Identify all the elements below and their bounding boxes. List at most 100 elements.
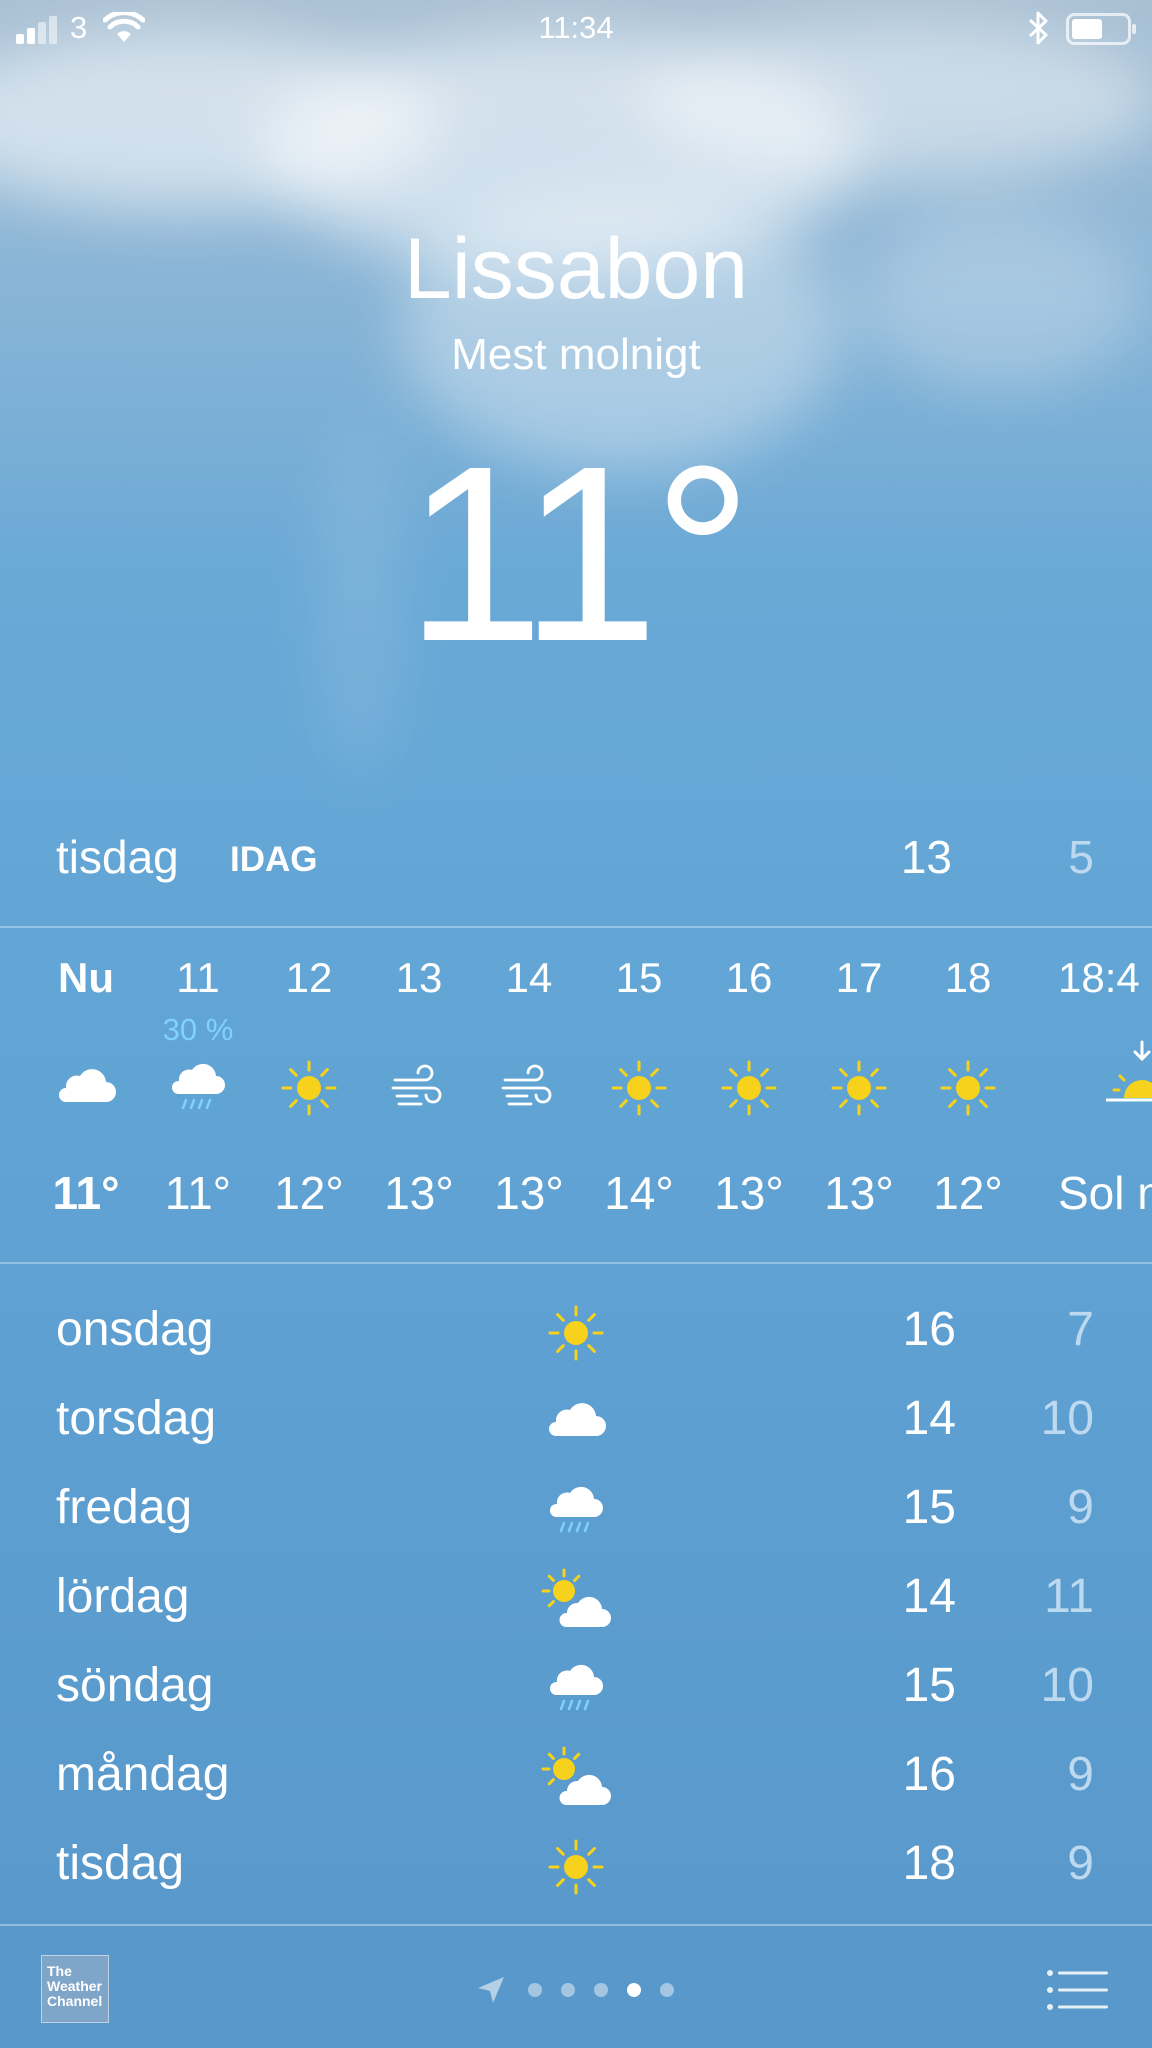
current-temperature: 11°: [405, 414, 753, 693]
hour-temp: 13°: [494, 1167, 564, 1219]
location-arrow-icon[interactable]: [476, 1975, 506, 2005]
bottom-bar: The Weather Channel: [0, 1925, 1152, 2048]
battery-icon: [1066, 13, 1136, 45]
rain-cloud-icon: [548, 1663, 605, 1711]
partly-cloudy-icon: [541, 1746, 612, 1807]
hour-label: 17: [835, 954, 883, 1001]
today-high: 13: [900, 831, 952, 883]
divider: [0, 1262, 1152, 1264]
daily-row: tisdag 18 9: [0, 1824, 1152, 1912]
today-low: 5: [1068, 831, 1094, 883]
city-name: Lissabon: [403, 221, 749, 317]
wind-icon: [391, 1064, 442, 1106]
hour-item: 16 13°: [694, 930, 804, 1250]
hour-temp: 13°: [714, 1167, 784, 1219]
sun-icon: [548, 1305, 604, 1361]
logo-text: The Weather Channel: [47, 1963, 103, 2009]
hour-label: 18: [944, 954, 992, 1001]
hour-label: 15: [615, 954, 663, 1001]
hour-item: 15 14°: [584, 930, 694, 1250]
daily-day: torsdag: [56, 1392, 217, 1445]
daily-low: 7: [1067, 1303, 1094, 1356]
bluetooth-icon: [1028, 11, 1048, 45]
daily-high: 15: [902, 1481, 956, 1534]
sun-icon: [940, 1060, 996, 1116]
sunset-icon: [1104, 1040, 1152, 1102]
partly-cloudy-icon: [541, 1568, 612, 1629]
hour-label: 13: [395, 954, 443, 1001]
sun-icon: [548, 1839, 604, 1895]
divider: [0, 926, 1152, 928]
hour-label: Nu: [58, 954, 114, 1001]
sun-icon: [721, 1060, 777, 1116]
hour-temp: 12°: [933, 1167, 1003, 1219]
daily-high: 14: [902, 1570, 956, 1623]
status-bar: 3 11:34: [0, 0, 1152, 60]
daily-low: 11: [1044, 1570, 1094, 1623]
daily-row: lördag 14 11: [0, 1557, 1152, 1645]
hour-temp: 13°: [824, 1167, 894, 1219]
sun-icon: [281, 1060, 337, 1116]
daily-day: onsdag: [56, 1303, 214, 1356]
precip-chance: 30 %: [162, 1012, 234, 1047]
daily-low: 9: [1067, 1837, 1094, 1890]
hour-temp: 11°: [52, 1167, 120, 1219]
daily-high: 18: [902, 1837, 956, 1890]
page-dot[interactable]: [594, 1983, 608, 1997]
today-row: tisdag IDAG 13 5: [0, 830, 1152, 890]
hour-item: Nu 11°: [31, 930, 141, 1250]
daily-day: söndag: [56, 1659, 214, 1712]
hour-label: 11: [176, 954, 220, 1001]
hour-item: 18 12°: [913, 930, 1023, 1250]
daily-day: fredag: [56, 1481, 193, 1534]
sun-icon: [831, 1060, 887, 1116]
today-tag: IDAG: [230, 840, 318, 879]
hour-temp: 14°: [604, 1167, 674, 1219]
weather-channel-logo[interactable]: The Weather Channel: [41, 1955, 109, 2023]
daily-row: torsdag 14 10: [0, 1379, 1152, 1467]
rain-cloud-icon: [170, 1062, 227, 1110]
hour-temp: 13°: [384, 1167, 454, 1219]
daily-day: tisdag: [56, 1837, 185, 1890]
city-list-icon[interactable]: [1046, 1969, 1110, 2011]
cloud-icon: [549, 1403, 606, 1436]
hour-label: 14: [505, 954, 553, 1001]
daily-low: 10: [1040, 1392, 1094, 1445]
hour-item: 11 30 % 11°: [143, 930, 253, 1250]
sun-icon: [611, 1060, 667, 1116]
cloud-icon: [59, 1069, 116, 1102]
daily-row: söndag 15 10: [0, 1646, 1152, 1734]
daily-day: lördag: [56, 1570, 190, 1623]
hour-label: 18:4: [1058, 954, 1140, 1001]
hourly-forecast[interactable]: Nu 11° 11 30 % 11° 12 12° 13 13° 14 13° …: [0, 930, 1152, 1260]
daily-row: måndag 16 9: [0, 1735, 1152, 1823]
daily-low: 10: [1040, 1659, 1094, 1712]
rain-cloud-icon: [548, 1485, 605, 1533]
page-dot[interactable]: [528, 1983, 542, 1997]
daily-high: 14: [902, 1392, 956, 1445]
hour-item: 17 13°: [804, 930, 914, 1250]
status-time: 11:34: [538, 10, 614, 45]
hour-temp: 12°: [274, 1167, 344, 1219]
wind-icon: [501, 1064, 552, 1106]
page-dot[interactable]: [561, 1983, 575, 1997]
page-dot-active[interactable]: [627, 1983, 641, 1997]
hour-item: 18:4 Sol n: [1058, 930, 1152, 1250]
hour-item: 14 13°: [474, 930, 584, 1250]
daily-high: 16: [902, 1303, 956, 1356]
page-dot[interactable]: [660, 1983, 674, 1997]
hour-label: 16: [725, 954, 773, 1001]
daily-row: onsdag 16 7: [0, 1290, 1152, 1378]
hour-temp: 11°: [164, 1167, 232, 1219]
daily-low: 9: [1067, 1748, 1094, 1801]
daily-high: 15: [902, 1659, 956, 1712]
daily-day: måndag: [56, 1748, 230, 1801]
daily-high: 16: [902, 1748, 956, 1801]
current-condition: Mest molnigt: [451, 330, 701, 379]
hour-item: 13 13°: [364, 930, 474, 1250]
daily-low: 9: [1067, 1481, 1094, 1534]
hour-label: 12: [285, 954, 333, 1001]
hour-item: 12 12°: [254, 930, 364, 1250]
daily-row: fredag 15 9: [0, 1468, 1152, 1556]
hour-temp: Sol n: [1058, 1167, 1152, 1219]
